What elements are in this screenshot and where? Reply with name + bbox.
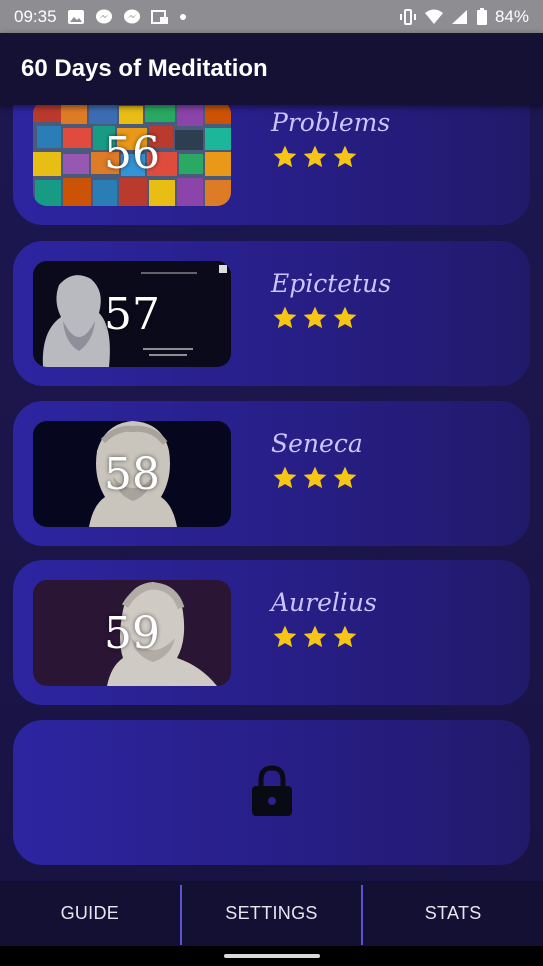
star-icon bbox=[273, 466, 297, 489]
star-rating bbox=[272, 624, 358, 650]
star-rating bbox=[272, 305, 358, 331]
day-number: 59 bbox=[104, 607, 160, 659]
day-thumbnail: 57 bbox=[33, 261, 231, 367]
vibrate-icon bbox=[399, 8, 416, 25]
battery-icon bbox=[476, 8, 487, 25]
signal-icon bbox=[451, 9, 467, 24]
day-number: 57 bbox=[104, 288, 160, 340]
star-rating bbox=[272, 144, 358, 170]
calendar-icon bbox=[150, 9, 168, 24]
settings-button[interactable]: SETTINGS bbox=[182, 881, 362, 946]
day-list[interactable]: 56 Problems 57 Epictetus 58 Seneca 59 Au… bbox=[0, 105, 543, 881]
day-card-57[interactable]: 57 Epictetus bbox=[13, 241, 530, 386]
locked-day-card[interactable] bbox=[13, 720, 530, 865]
star-icon bbox=[333, 145, 357, 168]
status-bar: 09:35 84% bbox=[0, 0, 543, 33]
day-title: Epictetus bbox=[271, 269, 392, 298]
messenger-icon bbox=[95, 9, 112, 23]
star-icon bbox=[303, 625, 327, 648]
dot-icon bbox=[179, 13, 186, 20]
app-title: 60 Days of Meditation bbox=[21, 55, 268, 82]
lock-icon bbox=[252, 765, 292, 816]
day-title: Problems bbox=[271, 108, 391, 137]
star-icon bbox=[273, 625, 297, 648]
day-title: Seneca bbox=[271, 429, 363, 458]
gesture-bar bbox=[0, 946, 543, 966]
star-icon bbox=[303, 306, 327, 329]
day-card-56[interactable]: 56 Problems bbox=[13, 105, 530, 225]
image-icon bbox=[67, 9, 84, 24]
stats-button[interactable]: STATS bbox=[363, 881, 543, 946]
day-title: Aurelius bbox=[271, 588, 377, 617]
day-card-58[interactable]: 58 Seneca bbox=[13, 401, 530, 546]
battery-percent: 84% bbox=[494, 6, 529, 26]
star-icon bbox=[273, 145, 297, 168]
star-icon bbox=[333, 466, 357, 489]
home-gesture-handle[interactable] bbox=[224, 954, 320, 958]
star-icon bbox=[333, 625, 357, 648]
day-number: 58 bbox=[104, 448, 160, 500]
star-icon bbox=[303, 466, 327, 489]
app-bar: 60 Days of Meditation bbox=[0, 33, 543, 105]
star-icon bbox=[303, 145, 327, 168]
status-time: 09:35 bbox=[14, 6, 57, 26]
wifi-icon bbox=[424, 9, 443, 24]
star-icon bbox=[333, 306, 357, 329]
messenger-icon bbox=[123, 9, 140, 23]
day-thumbnail: 59 bbox=[33, 580, 231, 686]
star-rating bbox=[272, 465, 358, 491]
day-thumbnail: 56 bbox=[33, 105, 231, 206]
day-thumbnail: 58 bbox=[33, 421, 231, 527]
star-icon bbox=[273, 306, 297, 329]
bottom-nav: GUIDE SETTINGS STATS bbox=[0, 881, 543, 946]
day-number: 56 bbox=[104, 127, 160, 179]
guide-button[interactable]: GUIDE bbox=[0, 881, 180, 946]
day-card-59[interactable]: 59 Aurelius bbox=[13, 560, 530, 705]
